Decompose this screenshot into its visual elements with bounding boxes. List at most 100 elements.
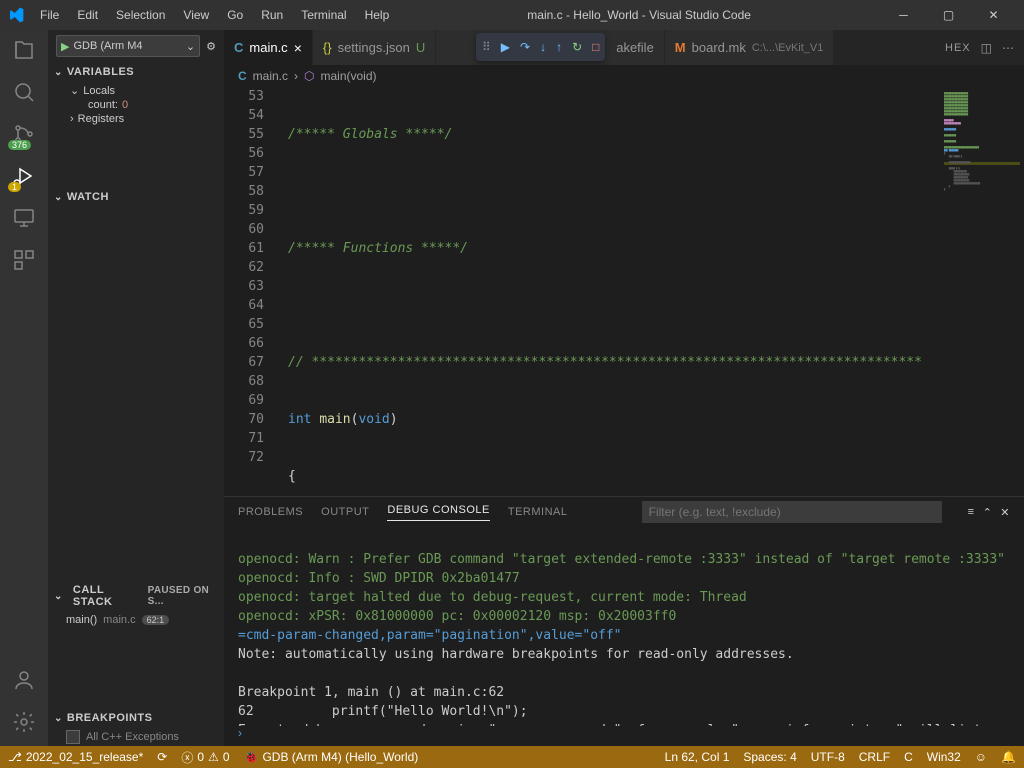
close-button[interactable]: ✕ <box>971 0 1016 30</box>
bp-item[interactable]: All C++ Exceptions <box>48 728 224 746</box>
problems-status[interactable]: ⓧ0 ⚠0 <box>181 749 229 766</box>
var-count[interactable]: count: 0 <box>48 99 224 111</box>
registers-node[interactable]: ›Registers <box>48 111 224 127</box>
chevron-down-icon: ⌄ <box>54 192 63 203</box>
more-icon[interactable]: ⋯ <box>1002 41 1014 55</box>
tab-board[interactable]: M board.mk C:\...\EvKit_V1 <box>665 30 835 65</box>
platform-status[interactable]: Win32 <box>927 750 961 764</box>
minimize-button[interactable]: ─ <box>881 0 926 30</box>
panel-close-icon[interactable]: ✕ <box>1000 506 1010 519</box>
search-icon[interactable] <box>12 80 36 104</box>
code-lines[interactable]: /***** Globals *****/ /***** Functions *… <box>278 87 940 496</box>
close-icon[interactable]: × <box>294 40 302 56</box>
debug-toolbar[interactable]: ⠿ ▶ ↷ ↓ ↑ ↻ □ <box>476 33 605 61</box>
debug-status[interactable]: 🐞GDB (Arm M4) (Hello_World) <box>244 750 419 764</box>
step-out-icon[interactable]: ↑ <box>556 40 562 54</box>
variables-hdr[interactable]: ⌄VARIABLES <box>48 62 224 82</box>
debug-icon[interactable]: 1 <box>12 164 36 188</box>
account-icon[interactable] <box>12 668 36 692</box>
settings-icon[interactable]: ⚙ <box>206 40 216 53</box>
debug-sidebar: ▶ GDB (Arm M4 ⌄ ⚙ ⌄VARIABLES ⌄Locals cou… <box>48 30 224 746</box>
feedback-icon[interactable]: ☺ <box>975 750 987 764</box>
clear-icon[interactable]: ⌃ <box>983 506 993 519</box>
filter-icon[interactable]: ≡ <box>968 506 975 519</box>
chevron-down-icon: ⌄ <box>70 84 79 97</box>
frame-fn: main() <box>66 614 97 626</box>
cursor-pos[interactable]: Ln 62, Col 1 <box>665 750 730 764</box>
step-into-icon[interactable]: ↓ <box>540 40 546 54</box>
menu-go[interactable]: Go <box>219 4 251 26</box>
chevron-down-icon: ⌄ <box>54 591 63 602</box>
debug-console-output[interactable]: openocd: Warn : Prefer GDB command "targ… <box>224 527 1024 726</box>
source-control-icon[interactable]: 376 <box>12 122 36 146</box>
statusbar: ⎇2022_02_15_release* ⟳ ⓧ0 ⚠0 🐞GDB (Arm M… <box>0 746 1024 768</box>
tab-output[interactable]: OUTPUT <box>321 506 369 518</box>
chevron-down-icon: ⌄ <box>186 40 195 53</box>
run-config-select[interactable]: ▶ GDB (Arm M4 ⌄ <box>56 35 200 57</box>
breadcrumb[interactable]: C main.c › ⬡ main(void) <box>224 65 1024 87</box>
continue-icon[interactable]: ▶ <box>501 40 510 54</box>
tab-label: board.mk <box>692 40 746 55</box>
callstack-hdr[interactable]: ⌄ CALL STACK PAUSED ON S... <box>48 580 224 612</box>
settings-gear-icon[interactable] <box>12 710 36 734</box>
menu-help[interactable]: Help <box>357 4 398 26</box>
callstack-state: PAUSED ON S... <box>148 585 218 607</box>
breakpoints-hdr[interactable]: ⌄BREAKPOINTS <box>48 708 224 728</box>
json-file-icon: {} <box>323 40 332 55</box>
menu-terminal[interactable]: Terminal <box>293 4 354 26</box>
debug-badge: 1 <box>8 182 21 192</box>
stop-icon[interactable]: □ <box>592 40 599 54</box>
lang-status[interactable]: C <box>904 750 913 764</box>
var-value: 0 <box>122 99 128 111</box>
maximize-button[interactable]: ▢ <box>926 0 971 30</box>
hex-toggle[interactable]: HEX <box>945 42 971 54</box>
variables-label: VARIABLES <box>67 66 134 78</box>
console-filter-input[interactable] <box>642 501 942 523</box>
window-title: main.c - Hello_World - Visual Studio Cod… <box>397 8 881 22</box>
frame-pos: 62:1 <box>142 615 170 625</box>
editor-area: C main.c × {} settings.json U akefile M … <box>224 30 1024 746</box>
breadcrumb-symbol[interactable]: main(void) <box>321 69 377 83</box>
breadcrumb-file[interactable]: main.c <box>253 69 288 83</box>
tab-path: C:\...\EvKit_V1 <box>752 42 824 54</box>
git-branch[interactable]: ⎇2022_02_15_release* <box>8 750 143 764</box>
tab-main-c[interactable]: C main.c × <box>224 30 313 65</box>
indent-status[interactable]: Spaces: 4 <box>743 750 796 764</box>
tab-problems[interactable]: PROBLEMS <box>238 506 303 518</box>
tab-terminal[interactable]: TERMINAL <box>508 506 568 518</box>
chevron-right-icon: › <box>294 69 298 83</box>
activity-bar: 376 1 <box>0 30 48 746</box>
restart-icon[interactable]: ↻ <box>572 40 582 54</box>
tab-debug-console[interactable]: DEBUG CONSOLE <box>387 504 489 521</box>
watch-hdr[interactable]: ⌄WATCH <box>48 187 224 207</box>
explorer-icon[interactable] <box>12 38 36 62</box>
locals-node[interactable]: ⌄ Locals <box>48 82 224 99</box>
menu-run[interactable]: Run <box>253 4 291 26</box>
eol-status[interactable]: CRLF <box>859 750 890 764</box>
menu-selection[interactable]: Selection <box>108 4 173 26</box>
step-over-icon[interactable]: ↷ <box>520 40 530 54</box>
sync-icon[interactable]: ⟳ <box>157 750 167 764</box>
menu-edit[interactable]: Edit <box>69 4 106 26</box>
code-editor[interactable]: 535455565758596061▷626364656667686970717… <box>224 87 1024 496</box>
tab-label: main.c <box>249 40 287 55</box>
extensions-icon[interactable] <box>12 248 36 272</box>
locals-label: Locals <box>83 85 115 97</box>
minimap[interactable]: ████████████████████████████████████████… <box>940 87 1024 496</box>
bell-icon[interactable]: 🔔 <box>1001 750 1016 764</box>
remote-icon[interactable] <box>12 206 36 230</box>
console-prompt[interactable]: › <box>224 726 1024 746</box>
git-status: U <box>416 40 425 55</box>
c-file-icon: C <box>234 40 243 55</box>
stack-frame[interactable]: main() main.c 62:1 <box>48 612 224 628</box>
split-icon[interactable]: ◫ <box>981 41 992 55</box>
checkbox-icon[interactable] <box>66 730 80 744</box>
menu-file[interactable]: File <box>32 4 67 26</box>
menu-view[interactable]: View <box>175 4 217 26</box>
grip-icon[interactable]: ⠿ <box>482 40 491 54</box>
method-icon: ⬡ <box>304 69 314 83</box>
encoding-status[interactable]: UTF-8 <box>811 750 845 764</box>
tab-settings[interactable]: {} settings.json U <box>313 30 436 65</box>
mk-file-icon: M <box>675 40 686 55</box>
breakpoints-label: BREAKPOINTS <box>67 712 153 724</box>
